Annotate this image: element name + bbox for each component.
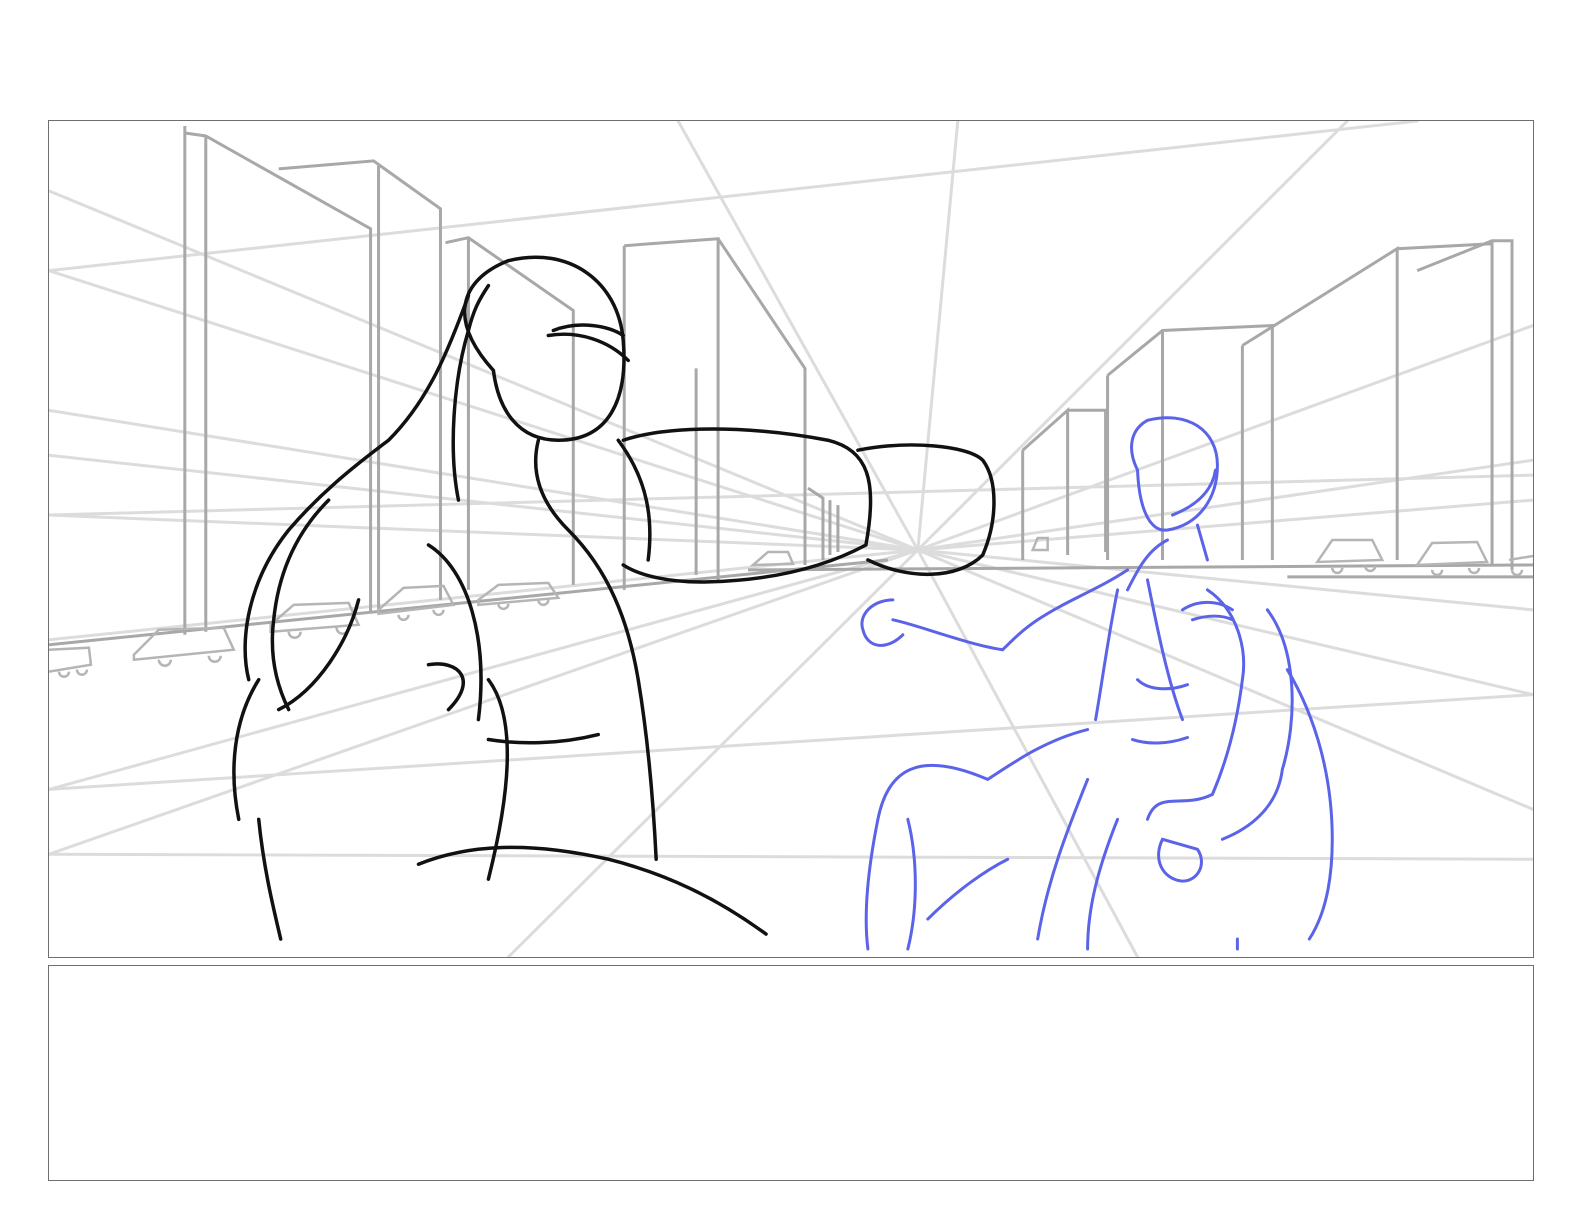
sketch-canvas bbox=[49, 121, 1533, 957]
storyboard-panel-notes[interactable] bbox=[48, 965, 1534, 1181]
perspective-guides bbox=[49, 121, 1533, 957]
hero-figure-sketch bbox=[860, 416, 1334, 951]
foreground-figure-sketch bbox=[232, 255, 996, 941]
storyboard-panel-sketch bbox=[48, 120, 1534, 958]
